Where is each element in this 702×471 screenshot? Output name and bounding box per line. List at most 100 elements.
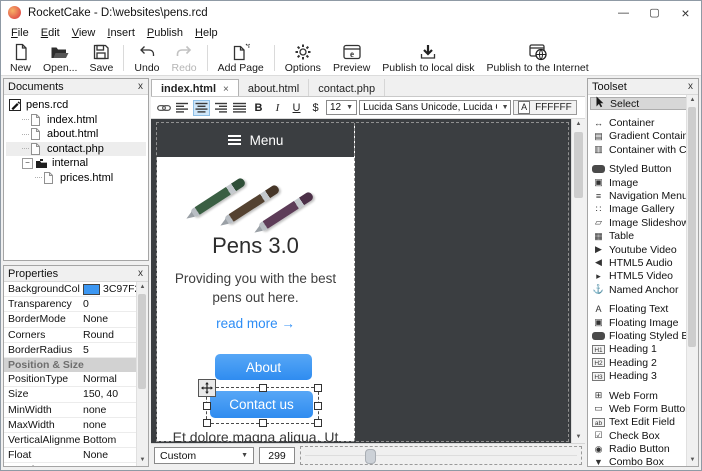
property-row-maxwidth[interactable]: MaxWidthnone: [4, 418, 137, 433]
toolset-item-floating-text[interactable]: AFloating Text: [590, 302, 687, 315]
publish-to-the-internet-button[interactable]: Publish to the Internet: [481, 41, 595, 75]
toolset-item-image-gallery[interactable]: ∷Image Gallery: [590, 203, 687, 216]
options-button[interactable]: Options: [279, 41, 327, 75]
toolset-item-floating-styled-button[interactable]: Floating Styled Button: [590, 329, 687, 342]
maximize-button[interactable]: ▢: [639, 1, 670, 24]
property-row-backgroundcolor[interactable]: BackgroundColor3C97F2: [4, 282, 137, 297]
toolset-item-container-with-columns[interactable]: ▥Container with Columns: [590, 143, 687, 156]
zoom-slider[interactable]: [300, 446, 582, 465]
menu-file[interactable]: File: [5, 26, 35, 40]
site-title[interactable]: Pens 3.0: [157, 233, 354, 259]
publish-to-local-disk-button[interactable]: Publish to local disk: [376, 41, 480, 75]
toolset-scrollbar[interactable]: ▲ ▼: [686, 95, 698, 466]
new-button[interactable]: New: [4, 41, 37, 75]
undo-button[interactable]: Undo: [128, 41, 165, 75]
tree-item-index-html[interactable]: index.html: [6, 113, 146, 128]
menu-help[interactable]: Help: [189, 26, 224, 40]
toolset-item-floating-image[interactable]: ▣Floating Image: [590, 316, 687, 329]
scroll-down-icon[interactable]: ▼: [572, 432, 585, 443]
hyperlink-icon[interactable]: [155, 100, 172, 116]
font-family-select[interactable]: Lucida Sans Unicode, Lucida Grande, ▼: [359, 100, 511, 115]
tab-index-html[interactable]: index.html×: [151, 79, 239, 96]
tree-item-about-html[interactable]: about.html: [6, 127, 146, 142]
menu-view[interactable]: View: [66, 26, 102, 40]
menu-edit[interactable]: Edit: [35, 26, 66, 40]
scroll-down-icon[interactable]: ▼: [137, 455, 148, 466]
text-color-control[interactable]: A FFFFFF: [513, 100, 577, 115]
properties-scrollbar[interactable]: ▲ ▼: [136, 282, 148, 466]
site-menu-header[interactable]: Menu: [157, 123, 354, 157]
menu-publish[interactable]: Publish: [141, 26, 189, 40]
toolset-item-heading-2[interactable]: H2Heading 2: [590, 356, 687, 369]
tree-item-internal[interactable]: −internal: [6, 156, 146, 171]
scroll-up-icon[interactable]: ▲: [687, 95, 698, 106]
add-page-button[interactable]: Add Page: [212, 41, 270, 75]
zoom-value-input[interactable]: 299: [259, 447, 295, 464]
documents-close-icon[interactable]: x: [138, 82, 143, 92]
toolset-item-table[interactable]: ▦Table: [590, 230, 687, 243]
tab-close-icon[interactable]: ×: [223, 84, 229, 95]
scrollbar-thumb[interactable]: [138, 294, 146, 389]
toolset-item-youtube-video[interactable]: ▶Youtube Video: [590, 243, 687, 256]
currency-style-button[interactable]: $: [307, 100, 324, 116]
property-row-verticalalignment[interactable]: VerticalAlignmentBottom: [4, 433, 137, 448]
toolset-item-text-edit-field[interactable]: abText Edit Field: [590, 416, 687, 429]
properties-close-icon[interactable]: x: [138, 269, 143, 279]
read-more-link[interactable]: read more →: [157, 316, 354, 331]
tab-contact-php[interactable]: contact.php: [309, 79, 385, 96]
scroll-up-icon[interactable]: ▲: [572, 119, 585, 130]
scroll-up-icon[interactable]: ▲: [137, 282, 148, 293]
selection-handle[interactable]: [314, 402, 322, 410]
toolset-item-navigation-menu[interactable]: ≡Navigation Menu: [590, 189, 687, 202]
property-row-float[interactable]: FloatNone: [4, 448, 137, 463]
canvas-scrollbar[interactable]: ▲ ▼: [571, 119, 585, 443]
save-button[interactable]: Save: [83, 41, 119, 75]
selection-outline[interactable]: [206, 387, 319, 424]
align-left-icon[interactable]: [174, 100, 191, 116]
tab-about-html[interactable]: about.html: [239, 79, 309, 96]
color-swatch[interactable]: [83, 284, 100, 295]
toolset-item-check-box[interactable]: ☑Check Box: [590, 429, 687, 442]
close-button[interactable]: ×: [670, 1, 701, 24]
property-row-bordermode[interactable]: BorderModeNone: [4, 312, 137, 327]
selection-handle[interactable]: [203, 419, 211, 427]
tree-item-contact-php[interactable]: contact.php: [6, 142, 146, 157]
tree-item-prices-html[interactable]: prices.html: [6, 171, 146, 186]
toolset-item-named-anchor[interactable]: ⚓Named Anchor: [590, 283, 687, 296]
align-right-icon[interactable]: [212, 100, 229, 116]
minimize-button[interactable]: —: [608, 1, 639, 24]
property-row-margin[interactable]: Margin10, 0, 0, 10: [4, 463, 137, 466]
site-footer-text[interactable]: Et dolore magna aliqua. Ut: [157, 429, 354, 443]
menu-insert[interactable]: Insert: [101, 26, 141, 40]
underline-button[interactable]: U: [288, 100, 305, 116]
pens-image[interactable]: [157, 167, 354, 237]
toolset-item-combo-box[interactable]: ▼Combo Box: [590, 456, 687, 466]
selection-handle[interactable]: [314, 384, 322, 392]
selection-handle[interactable]: [259, 419, 267, 427]
selection-handle[interactable]: [259, 384, 267, 392]
toolset-item-styled-button[interactable]: Styled Button: [590, 163, 687, 176]
property-row-minwidth[interactable]: MinWidthnone: [4, 403, 137, 418]
toolset-close-icon[interactable]: x: [688, 82, 693, 92]
design-canvas[interactable]: Menu Pens 3.0 Providing you with the bes…: [151, 119, 585, 443]
italic-button[interactable]: I: [269, 100, 286, 116]
scrollbar-thumb[interactable]: [574, 132, 583, 198]
toolset-item-select[interactable]: Select: [590, 97, 687, 110]
zoom-slider-thumb[interactable]: [365, 449, 376, 464]
about-button[interactable]: About: [215, 354, 312, 380]
bold-button[interactable]: B: [250, 100, 267, 116]
property-row-corners[interactable]: CornersRound: [4, 328, 137, 343]
toolset-item-radio-button[interactable]: ◉Radio Button: [590, 442, 687, 455]
font-size-select[interactable]: 12 ▼: [326, 100, 357, 115]
toolset-item-heading-1[interactable]: H1Heading 1: [590, 343, 687, 356]
zoom-mode-select[interactable]: Custom ▼: [154, 447, 254, 464]
toolset-item-image[interactable]: ▣Image: [590, 176, 687, 189]
scrollbar-thumb[interactable]: [688, 107, 696, 347]
selection-handle[interactable]: [314, 419, 322, 427]
property-row-borderradius[interactable]: BorderRadius5: [4, 343, 137, 358]
open-button[interactable]: Open...: [37, 41, 83, 75]
property-row-transparency[interactable]: Transparency0: [4, 297, 137, 312]
toolset-item-image-slideshow[interactable]: ▱Image Slideshow: [590, 216, 687, 229]
selection-handle[interactable]: [203, 402, 211, 410]
toolset-item-web-form-button[interactable]: ▭Web Form Button: [590, 402, 687, 415]
